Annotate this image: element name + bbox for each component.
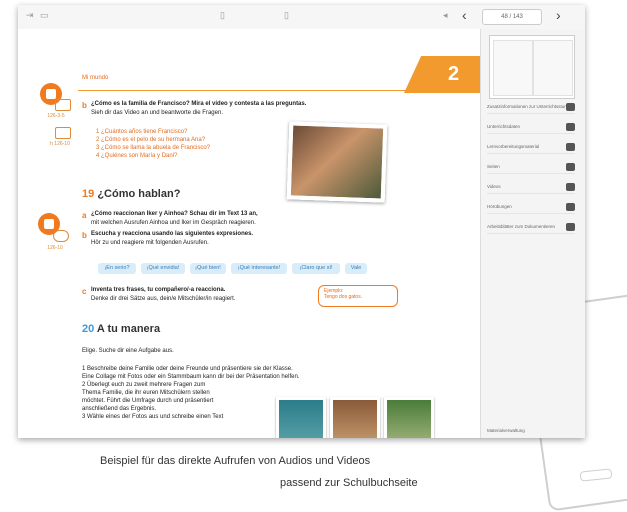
expression-chip: ¡En serio? [98,263,136,274]
fullscreen-icon[interactable]: ⇥ [26,10,34,21]
part-label: a [82,211,87,220]
video-screen-icon[interactable] [55,99,71,111]
instruction-line: Escucha y reacciona usando las siguiente… [91,231,254,237]
task-line: Eine Collage mit Fotos oder ein Stammbau… [82,374,300,380]
page-thumbnail[interactable] [489,35,575,99]
page-icon[interactable]: ▭ [40,10,49,21]
instruction-line: Inventa tres frases, tu compañero/-a rea… [91,287,226,293]
media-box-icon[interactable] [55,127,71,139]
exercise-title: A tu manera [96,323,161,335]
sidebar-item[interactable]: Arbeitsblätter zum Dokumentieren [487,221,575,234]
expression-chip: ¡Qué envidia! [141,263,185,274]
sidebar-item-label: Seiten [487,164,500,169]
sidebar-item-label: Zusatzinformationen zur Unterrichtsstund… [487,104,572,109]
sidebar-item-badge [566,183,575,191]
volume-icon[interactable]: ◂ [443,10,448,21]
ebook-screen: ⇥ ▭ ▯ ▯ ◂ ‹ 48 / 143 › 126-3-5 h 126-10 … [18,5,585,438]
sidebar-item-badge [566,163,575,171]
sidebar-item[interactable]: Videos [487,181,575,194]
door-photo [384,397,434,438]
instruction-line: mit welchen Ausrufen Ainhoa und Iker im … [91,220,256,226]
exercise-number: 20 [82,323,95,335]
sidebar-footer-label: Materialverwaltung [487,428,525,433]
instruction-line: Hör zu und reagiere mit folgenden Ausruf… [91,240,209,246]
question: 3 ¿Cómo se llama la abuela de Francisco? [96,145,211,151]
sidebar-item-label: Arbeitsblätter zum Dokumentieren [487,224,556,229]
toolbar: ⇥ ▭ ▯ ▯ ◂ ‹ 48 / 143 › [18,5,585,30]
choose-instruction: Elige. Suche dir eine Aufgabe aus. [82,348,174,354]
sidebar-item-badge [566,223,575,231]
task-line: 1 Beschreibe deine Familie oder deine Fr… [82,366,293,372]
question: 1 ¿Cuántos años tiene Francisco? [96,129,188,135]
sidebar-item[interactable]: Unterrichtsdaten [487,121,575,134]
exercise-number: 19 [82,188,95,200]
chapter-number: 2 [448,63,460,85]
bookmark-icon[interactable]: ▯ [220,10,225,21]
task-line: möchtet. Führt die Umfrage durch und prä… [82,398,214,404]
task-line: 3 Wähle eines der Fotos aus und schreibe… [82,414,224,420]
part-b-instruction-de: Sieh dir das Video an und beantworte die… [91,110,223,116]
sidebar-item-badge [566,143,575,151]
question: 2 ¿Cómo es el pelo de su hermana Ana? [96,137,206,143]
exercise-title: ¿Cómo hablan? [97,188,181,200]
audio-code: h 126-10 [50,141,70,147]
door-photo [276,397,326,438]
sidebar-item-label: Lernvorbereitungsmaterial [487,144,540,149]
video-code: 126-3-5 [47,113,65,119]
expression-chip: Vale [345,263,367,274]
sidebar-item[interactable]: Lernvorbereitungsmaterial [487,141,575,154]
exercise-20-title: 20 A tu manera [82,323,160,335]
sidebar-item-label: Hörübungen [487,204,512,209]
audio-code-2: 126-10 [47,245,63,251]
speech-text: Tengo dos gatos. [324,294,363,300]
next-page-button[interactable]: › [556,7,561,23]
sidebar-item[interactable]: Zusatzinformationen zur Unterrichtsstund… [487,101,575,114]
sidebar-footer[interactable]: Materialverwaltung [487,425,575,437]
sidebar-item-label: Videos [487,184,501,189]
sidebar-item[interactable]: Hörübungen [487,201,575,214]
part-label: b [82,231,87,240]
family-photo [286,121,388,203]
sidebar-item-badge [566,103,575,111]
sidebar-item-badge [566,203,575,211]
sidebar-item-badge [566,123,575,131]
previous-page-button[interactable]: ‹ [462,7,467,23]
sidebar-item[interactable]: Seiten [487,161,575,174]
bookmark-icon[interactable]: ▯ [284,10,289,21]
exercise-19-title: 19 ¿Cómo hablan? [82,188,180,200]
door-photo [330,397,380,438]
task-line: 2 Überlegt euch zu zweit mehrere Fragen … [82,382,206,388]
part-label: c [82,287,87,296]
expression-chip: ¡Claro que sí! [292,263,340,274]
expression-chip: ¡Qué bien! [190,263,226,274]
header-rule [78,90,408,91]
section-header: Mi mundo [82,75,109,81]
instruction-line: Denke dir drei Sätze aus, dein/e Mitschü… [91,296,236,302]
headphones-icon[interactable] [53,230,69,242]
task-line: Thema Familie, die ihr euren Mitschülern… [82,390,210,396]
expression-chip: ¡Qué interesante! [231,263,287,274]
task-line: anschließend das Ergebnis. [82,406,157,412]
question: 4 ¿Quiénes son María y Dani? [96,153,178,159]
example-speech-bubble: Ejemplo: Tengo dos gatos. [318,285,398,307]
thumbnail-page-right [533,40,573,96]
sidebar-item-label: Unterrichtsdaten [487,124,521,129]
part-b-instruction-es: ¿Cómo es la familia de Francisco? Mira e… [91,101,307,107]
sidebar: Zusatzinformationen zur Unterrichtsstund… [480,29,585,438]
caption-line-1: Beispiel für das direkte Aufrufen von Au… [100,455,371,467]
thumbnail-page-left [493,40,533,96]
caption-line-2: passend zur Schulbuchseite [280,477,418,489]
page-indicator[interactable]: 48 / 143 [482,9,542,25]
part-b-label: b [82,101,87,110]
instruction-line: ¿Cómo reaccionan Iker y Ainhoa? Schau di… [91,211,258,217]
